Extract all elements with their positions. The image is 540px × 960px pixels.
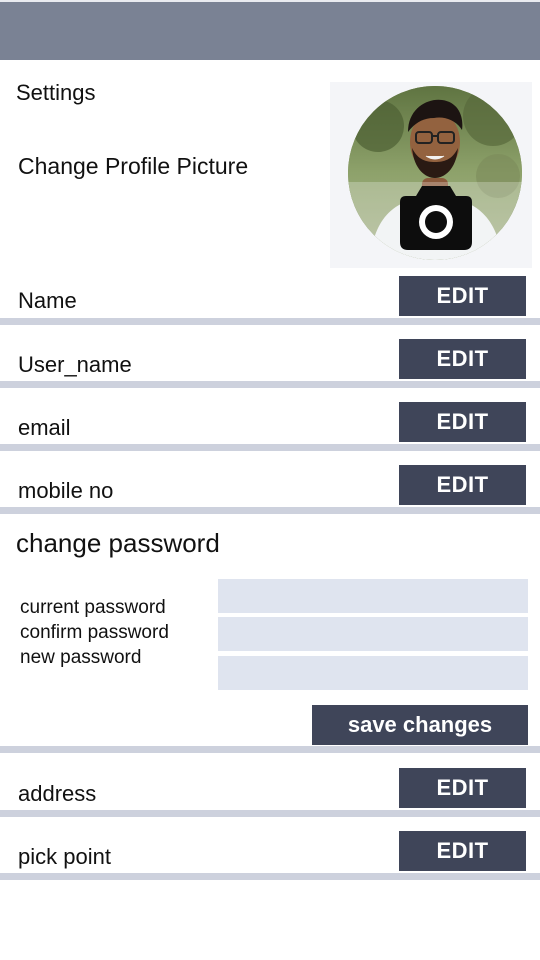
divider bbox=[0, 746, 540, 753]
page-title: Settings bbox=[16, 80, 96, 105]
new-password-label: new password bbox=[20, 647, 142, 668]
username-label: User_name bbox=[18, 352, 132, 377]
edit-name-button[interactable]: EDIT bbox=[399, 276, 526, 316]
top-app-bar bbox=[0, 0, 540, 60]
current-password-field[interactable] bbox=[218, 579, 528, 613]
divider bbox=[0, 507, 540, 514]
camera-icon[interactable] bbox=[400, 184, 472, 250]
divider bbox=[0, 810, 540, 817]
mobile-label: mobile no bbox=[18, 478, 114, 503]
current-password-label: current password bbox=[20, 597, 166, 618]
confirm-password-field[interactable] bbox=[218, 617, 528, 651]
pick-point-label: pick point bbox=[18, 844, 111, 869]
edit-email-button[interactable]: EDIT bbox=[399, 402, 526, 442]
divider bbox=[0, 381, 540, 388]
top-app-bar-edge bbox=[0, 0, 540, 2]
change-profile-picture-label: Change Profile Picture bbox=[18, 153, 249, 179]
edit-username-button[interactable]: EDIT bbox=[399, 339, 526, 379]
email-label: email bbox=[18, 415, 71, 440]
divider bbox=[0, 444, 540, 451]
edit-pick-point-button[interactable]: EDIT bbox=[399, 831, 526, 871]
save-changes-button[interactable]: save changes bbox=[312, 705, 528, 745]
change-password-title: change password bbox=[16, 528, 220, 558]
new-password-field[interactable] bbox=[218, 656, 528, 690]
divider bbox=[0, 318, 540, 325]
edit-mobile-button[interactable]: EDIT bbox=[399, 465, 526, 505]
name-label: Name bbox=[18, 288, 77, 313]
divider bbox=[0, 873, 540, 880]
address-label: address bbox=[18, 781, 97, 806]
confirm-password-label: confirm password bbox=[20, 622, 169, 643]
edit-address-button[interactable]: EDIT bbox=[399, 768, 526, 808]
